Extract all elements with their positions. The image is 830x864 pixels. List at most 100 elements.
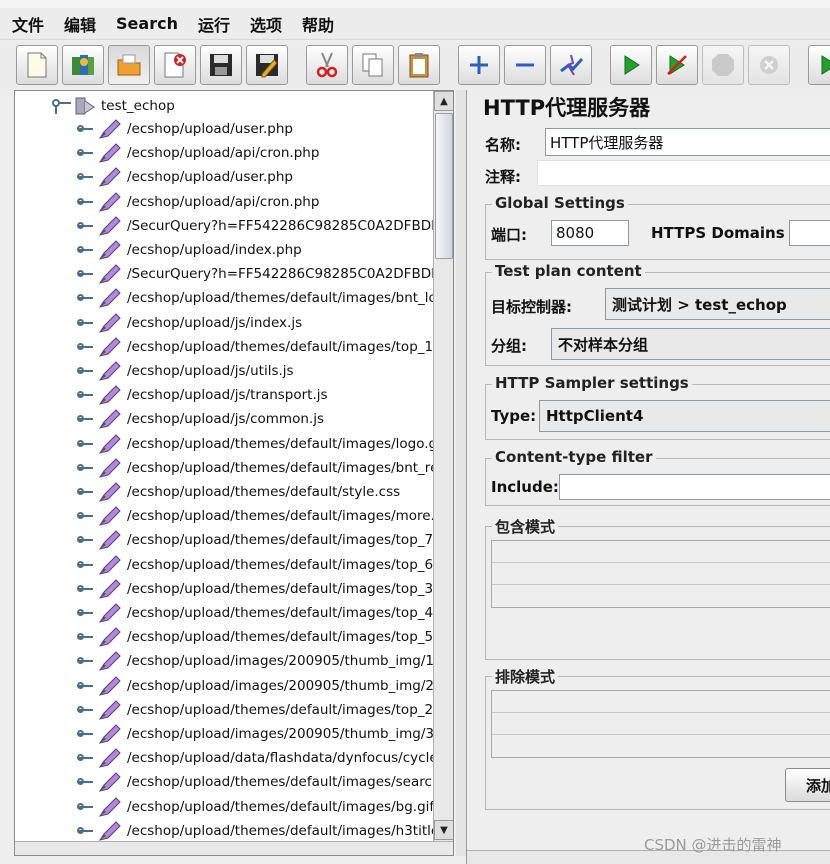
start-no-pause-button[interactable]: [656, 45, 698, 85]
remote-start-button[interactable]: [808, 45, 830, 85]
tree-horizontal-scrollbar[interactable]: [15, 841, 453, 855]
save-button[interactable]: [200, 45, 242, 85]
shutdown-icon: [760, 56, 778, 74]
tree-node[interactable]: /ecshop/upload/themes/default/images/bg.…: [77, 795, 434, 819]
tree-node[interactable]: /SecurQuery?h=FF542286C98285C0A2DFBDE: [77, 262, 440, 286]
tree-node[interactable]: /ecshop/upload/images/200905/thumb_img/3…: [77, 722, 446, 746]
http-sampler-icon: [98, 337, 121, 357]
tree-node[interactable]: /ecshop/upload/data/flashdata/dynfocus/c…: [77, 746, 438, 770]
close-button[interactable]: [154, 45, 196, 85]
cut-button[interactable]: [306, 45, 348, 85]
tree-node[interactable]: /ecshop/upload/themes/default/images/top…: [77, 601, 446, 625]
tree-node[interactable]: /ecshop/upload/images/200905/thumb_img/2…: [77, 674, 449, 698]
sampler-type-select[interactable]: HttpClient4: [539, 400, 830, 432]
tree-vertical-scrollbar[interactable]: ▲ ▼: [433, 91, 453, 841]
grouping-select[interactable]: 不对样本分组: [551, 328, 830, 360]
split-pane-divider[interactable]: [456, 90, 466, 856]
comment-field[interactable]: [537, 160, 830, 186]
tree-node[interactable]: /ecshop/upload/themes/default/images/top…: [77, 335, 446, 359]
start-button[interactable]: [610, 45, 652, 85]
tree-root-node[interactable]: test_echop: [51, 95, 175, 117]
target-controller-select[interactable]: 测试计划 > test_echop: [605, 288, 830, 320]
table-row: [492, 691, 830, 713]
tree-node[interactable]: /ecshop/upload/api/cron.php: [77, 141, 319, 165]
tree-node[interactable]: /ecshop/upload/themes/default/images/top…: [77, 625, 446, 649]
tree-node[interactable]: /ecshop/upload/themes/default/images/sea…: [77, 770, 441, 794]
tree-node-label: /ecshop/upload/index.php: [127, 242, 302, 258]
http-sampler-icon: [98, 361, 121, 381]
menu-options[interactable]: 选项: [242, 12, 290, 36]
port-field[interactable]: 8080: [551, 220, 629, 246]
tree-node[interactable]: /ecshop/upload/user.php: [77, 165, 293, 189]
tree-connector-icon: [77, 262, 97, 286]
tree-node[interactable]: /ecshop/upload/themes/default/images/top…: [77, 528, 446, 552]
tree-node[interactable]: /ecshop/upload/js/transport.js: [77, 383, 328, 407]
name-field[interactable]: HTTP代理服务器: [545, 128, 830, 156]
remote-start-icon: [821, 55, 830, 75]
test-plan-tree: test_echop /ecshop/upload/user.php/ecsho…: [14, 90, 454, 856]
http-sampler-icon: [98, 506, 121, 526]
tree-node[interactable]: /ecshop/upload/js/common.js: [77, 407, 324, 431]
tree-node[interactable]: /ecshop/upload/index.php: [77, 238, 302, 262]
menu-run[interactable]: 运行: [190, 12, 238, 36]
stop-icon: [712, 54, 734, 76]
tree-node[interactable]: /SecurQuery?h=FF542286C98285C0A2DFBDE: [77, 214, 440, 238]
shutdown-button[interactable]: [748, 45, 790, 85]
menu-edit[interactable]: 编辑: [56, 12, 104, 36]
paste-button[interactable]: [398, 45, 440, 85]
tree-node[interactable]: /ecshop/upload/api/cron.php: [77, 190, 319, 214]
tree-node[interactable]: /ecshop/upload/themes/default/style.css: [77, 480, 400, 504]
templates-button[interactable]: [62, 45, 104, 85]
tree-connector-icon: [77, 577, 97, 601]
tree-node[interactable]: /ecshop/upload/themes/default/images/top…: [77, 553, 446, 577]
tree-node[interactable]: /ecshop/upload/themes/default/images/mor…: [77, 504, 447, 528]
menu-search[interactable]: Search: [108, 14, 186, 33]
open-button[interactable]: [108, 45, 150, 85]
include-field[interactable]: [559, 474, 830, 500]
scroll-up-icon[interactable]: ▲: [434, 91, 453, 111]
menu-help[interactable]: 帮助: [294, 12, 342, 36]
save-as-button[interactable]: [246, 45, 288, 85]
tree-scroll-thumb[interactable]: [435, 113, 453, 259]
tree-node-label: /ecshop/upload/themes/default/images/h3t…: [127, 822, 453, 839]
tree-node-label: /ecshop/upload/images/200905/thumb_img/3…: [127, 726, 447, 742]
tree-connector-icon: [77, 190, 97, 214]
tree-node[interactable]: /ecshop/upload/themes/default/images/top…: [77, 698, 446, 722]
http-sampler-icon: [98, 240, 121, 260]
tree-node[interactable]: /ecshop/upload/user.php: [77, 117, 293, 141]
include-patterns-table[interactable]: [491, 540, 830, 608]
save-as-icon: [256, 54, 278, 78]
tree-node-label: /SecurQuery?h=FF542286C98285C0A2DFBDE: [127, 217, 440, 234]
https-domains-field[interactable]: [789, 220, 830, 246]
tree-node[interactable]: /ecshop/upload/themes/default/images/log…: [77, 432, 446, 456]
tree-node[interactable]: /ecshop/upload/themes/default/images/bnt…: [77, 456, 447, 480]
tree-connector-icon: [77, 528, 97, 552]
exclude-patterns-table[interactable]: [491, 690, 830, 758]
tree-node[interactable]: /ecshop/upload/images/200905/thumb_img/1…: [77, 649, 449, 673]
http-sampler-icon: [98, 119, 121, 139]
stop-button[interactable]: [702, 45, 744, 85]
scroll-down-icon[interactable]: ▼: [434, 820, 453, 840]
menu-file[interactable]: 文件: [4, 12, 52, 36]
http-sampler-icon: [98, 796, 121, 817]
toggle-button[interactable]: [550, 45, 592, 85]
table-row: [492, 713, 830, 735]
window-top-strip: [0, 0, 830, 8]
tree-node[interactable]: /ecshop/upload/js/utils.js: [77, 359, 294, 383]
http-sampler-icon: [98, 167, 121, 188]
expand-button[interactable]: [458, 45, 500, 85]
tree-node-label: /ecshop/upload/js/index.js: [127, 314, 303, 331]
tree-node-label: /ecshop/upload/themes/default/style.css: [127, 484, 401, 500]
comment-label: 注释:: [485, 168, 521, 186]
tree-node[interactable]: /ecshop/upload/themes/default/images/bnt…: [77, 286, 445, 310]
toolbar: [0, 41, 830, 89]
add-button[interactable]: 添加: [785, 768, 830, 802]
tree-node[interactable]: /ecshop/upload/js/index.js: [77, 311, 302, 335]
tree-connector-icon: [77, 238, 97, 262]
tree-node[interactable]: /ecshop/upload/themes/default/images/h3t…: [77, 819, 452, 843]
copy-button[interactable]: [352, 45, 394, 85]
collapse-button[interactable]: [504, 45, 546, 85]
tree-node[interactable]: /ecshop/upload/themes/default/images/top…: [77, 577, 446, 601]
tree-node-label: /ecshop/upload/themes/default/images/top…: [127, 605, 446, 621]
new-button[interactable]: [16, 45, 58, 85]
